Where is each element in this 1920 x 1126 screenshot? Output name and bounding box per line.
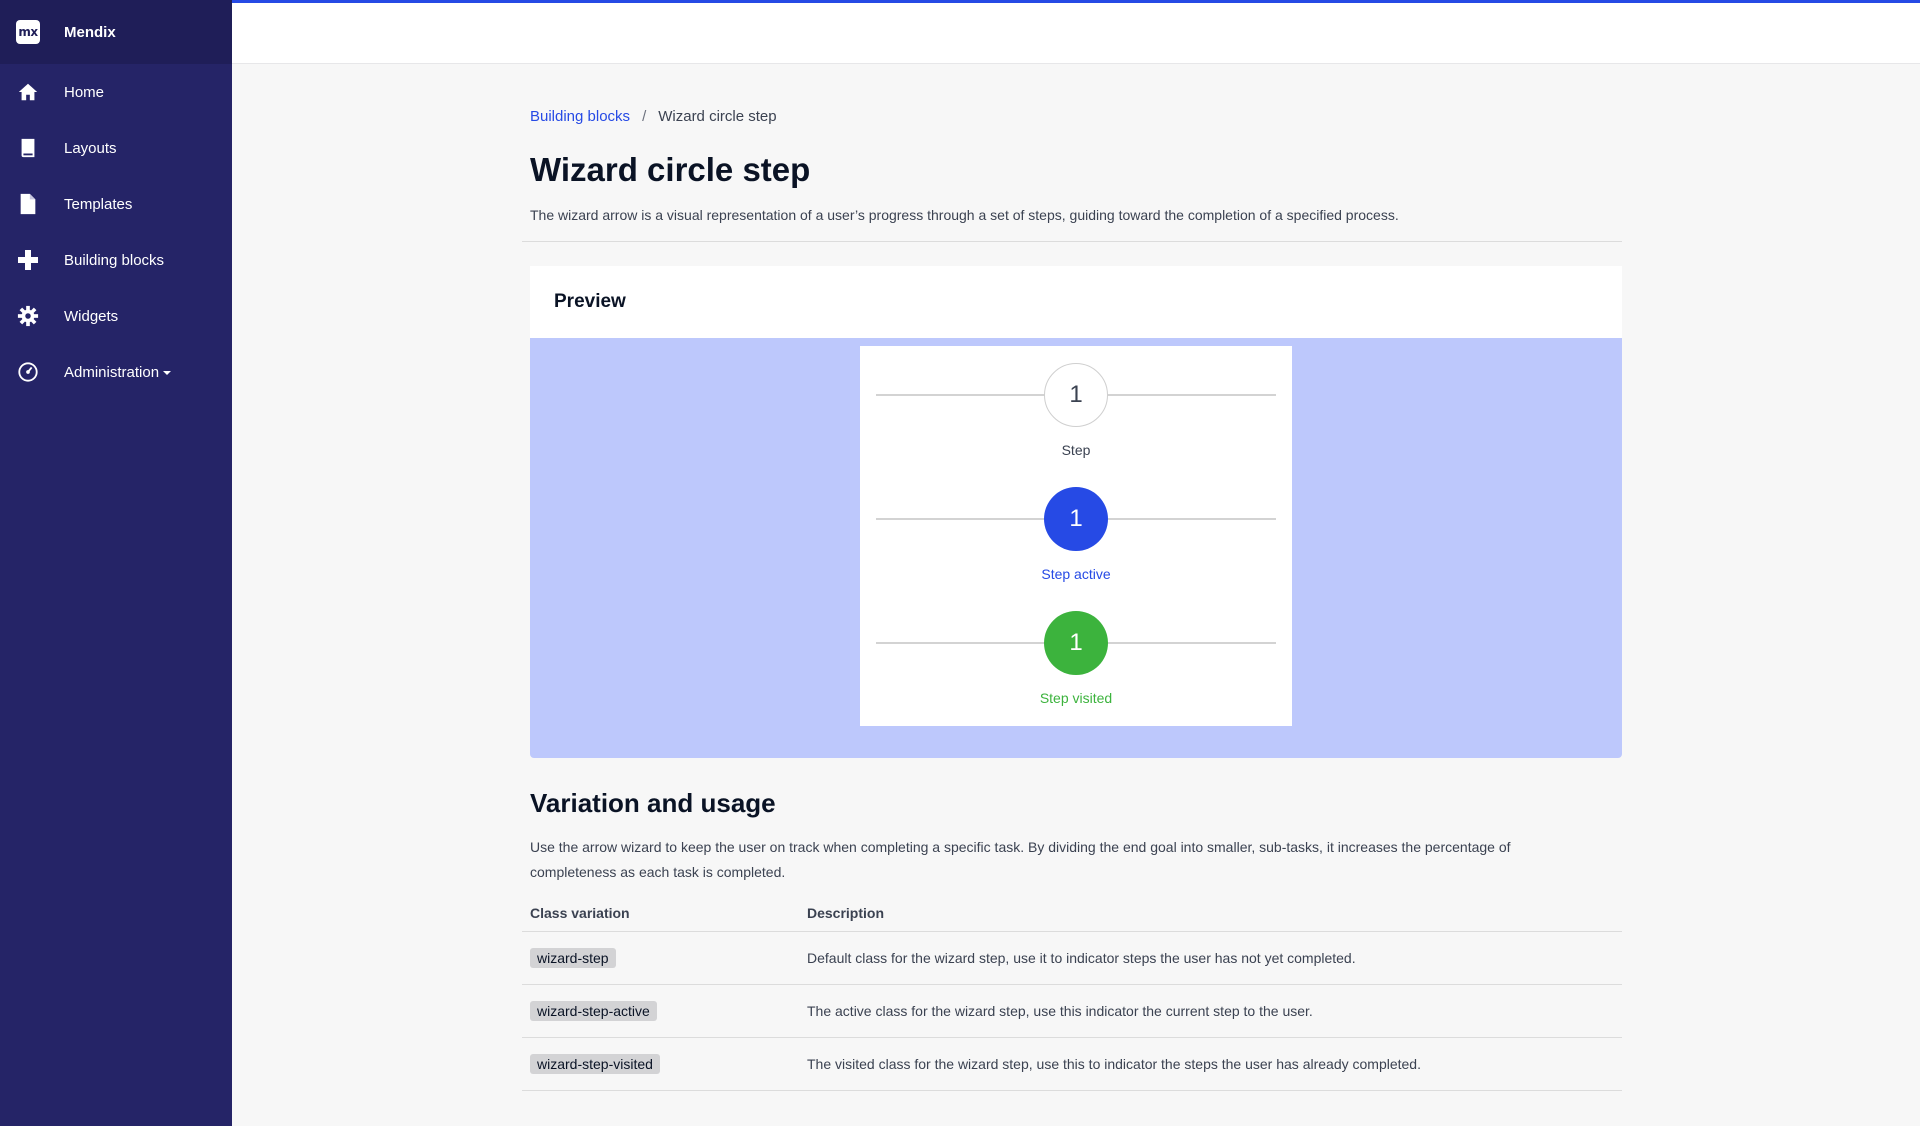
- gear-icon: [16, 304, 40, 328]
- sidebar: mx Mendix Home Layouts Templates Buildin…: [0, 0, 232, 1126]
- document-icon: [16, 192, 40, 216]
- page-description: The wizard arrow is a visual representat…: [530, 207, 1399, 223]
- top-bar: [232, 0, 1920, 64]
- step-label: Step: [1061, 442, 1091, 458]
- sidebar-item-label: Templates: [64, 195, 133, 213]
- app-name: Mendix: [64, 23, 116, 41]
- plus-icon: [16, 248, 40, 272]
- step-circle: 1: [1044, 363, 1108, 427]
- sidebar-item-label: Administration: [64, 363, 172, 381]
- administration-label: Administration: [64, 363, 160, 381]
- sidebar-item-building-blocks[interactable]: Building blocks: [0, 232, 232, 288]
- breadcrumb: Building blocks / Wizard circle step: [530, 108, 1630, 125]
- book-icon: [16, 136, 40, 160]
- sidebar-item-label: Widgets: [64, 307, 119, 325]
- step-label: Step active: [1041, 566, 1111, 582]
- sidebar-item-widgets[interactable]: Widgets: [0, 288, 232, 344]
- main-content: Building blocks / Wizard circle step Wiz…: [522, 108, 1630, 1091]
- step-circle: 1: [1044, 611, 1108, 675]
- table-header-row: Class variation Description: [522, 897, 1622, 932]
- preview-area: 1 Step 1 Step active 1 Step visited: [530, 338, 1622, 758]
- dashboard-icon: [16, 360, 40, 384]
- table-row: wizard-step-visited The visited class fo…: [522, 1037, 1622, 1091]
- page-title: Wizard circle step: [530, 151, 811, 188]
- class-variation-table: Class variation Description wizard-step …: [522, 897, 1622, 1091]
- preview-card: Preview 1 Step 1 Step active 1 Step visi…: [530, 266, 1622, 758]
- sidebar-item-label: Building blocks: [64, 251, 165, 269]
- section-description: Use the arrow wizard to keep the user on…: [530, 839, 1511, 880]
- sidebar-item-administration[interactable]: Administration: [0, 344, 232, 400]
- breadcrumb-link-building-blocks[interactable]: Building blocks: [530, 108, 630, 125]
- class-cell: wizard-step: [522, 931, 799, 985]
- class-code: wizard-step-active: [530, 1000, 657, 1021]
- chevron-down-icon: [163, 370, 172, 375]
- column-header: Description: [799, 897, 1622, 932]
- breadcrumb-separator: /: [642, 108, 647, 125]
- table-row: wizard-step Default class for the wizard…: [522, 931, 1622, 985]
- wizard-step-visited: 1 Step visited: [860, 594, 1292, 706]
- class-code: wizard-step-visited: [530, 1053, 660, 1074]
- sidebar-item-label: Layouts: [64, 139, 117, 157]
- description-cell: Default class for the wizard step, use i…: [799, 931, 1622, 985]
- class-cell: wizard-step-active: [522, 984, 799, 1038]
- class-code: wizard-step: [530, 947, 616, 968]
- divider: [522, 241, 1622, 242]
- wizard-step-default: 1 Step: [860, 346, 1292, 458]
- step-label: Step visited: [1039, 690, 1113, 706]
- sidebar-item-home[interactable]: Home: [0, 64, 232, 120]
- column-header: Class variation: [522, 897, 799, 932]
- description-cell: The visited class for the wizard step, u…: [799, 1037, 1622, 1091]
- preview-heading: Preview: [530, 266, 1622, 338]
- table-row: wizard-step-active The active class for …: [522, 984, 1622, 1038]
- mendix-logo-icon: mx: [16, 20, 40, 44]
- sidebar-item-templates[interactable]: Templates: [0, 176, 232, 232]
- class-cell: wizard-step-visited: [522, 1037, 799, 1091]
- brand[interactable]: mx Mendix: [0, 0, 232, 64]
- breadcrumb-current: Wizard circle step: [658, 108, 777, 125]
- sidebar-item-label: Home: [64, 83, 105, 101]
- home-icon: [16, 80, 40, 104]
- description-cell: The active class for the wizard step, us…: [799, 984, 1622, 1038]
- wizard-steps-demo: 1 Step 1 Step active 1 Step visited: [860, 346, 1292, 726]
- wizard-step-active: 1 Step active: [860, 470, 1292, 582]
- sidebar-item-layouts[interactable]: Layouts: [0, 120, 232, 176]
- step-circle: 1: [1044, 487, 1108, 551]
- section-title: Variation and usage: [530, 788, 776, 818]
